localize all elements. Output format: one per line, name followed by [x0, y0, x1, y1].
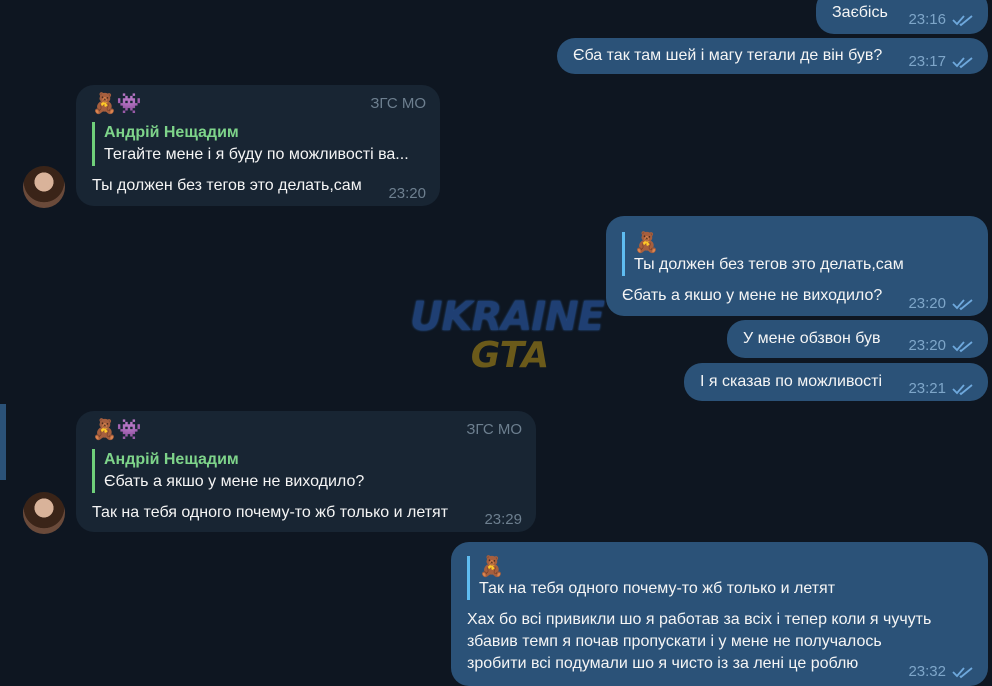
reply-quote[interactable]: 🧸 Ты должен без тегов это делать,сам: [622, 232, 904, 276]
reply-text: Єбать а якшо у мене не виходило?: [104, 473, 365, 490]
reply-text: Тегайте мене і я буду по можливості ва..…: [104, 146, 409, 163]
reply-quote[interactable]: Андрій Нещадим Тегайте мене і я буду по …: [92, 122, 409, 166]
message-time: 23:17: [908, 53, 946, 70]
message-line: збавив темп я почав пропускати і у мене …: [467, 633, 882, 650]
message-meta: 23:21: [908, 380, 974, 397]
reply-author: Андрій Нещадим: [104, 124, 239, 141]
sender-emoji-badge: 🧸👾: [92, 419, 142, 441]
reply-author: Андрій Нещадим: [104, 451, 239, 468]
message-bubble[interactable]: І я сказав по можливості 23:21: [684, 363, 988, 401]
message-text: Єбать а якшо у мене не виходило?: [622, 287, 883, 304]
message-meta: 23:20: [388, 185, 426, 202]
message-time: 23:16: [908, 11, 946, 28]
message-meta: 23:32: [908, 663, 974, 680]
reply-text: Ты должен без тегов это делать,сам: [634, 256, 904, 273]
message-text: Заєбісь: [832, 4, 888, 21]
sender-avatar[interactable]: [23, 166, 65, 208]
reply-text: Так на тебя одного почему-то жб только и…: [479, 580, 836, 597]
message-bubble[interactable]: 🧸👾 ЗГС МО Андрій Нещадим Єбать а якшо у …: [76, 411, 536, 532]
reply-quote[interactable]: 🧸 Так на тебя одного почему-то жб только…: [467, 556, 835, 600]
message-time: 23:20: [908, 337, 946, 354]
message-time: 23:20: [388, 185, 426, 202]
message-text-block: Хах бо всі привикли шо я работав за всіх…: [467, 609, 931, 675]
message-bubble[interactable]: 🧸 Так на тебя одного почему-то жб только…: [451, 542, 988, 686]
reply-emoji: 🧸: [479, 556, 504, 578]
message-text: Так на тебя одного почему-то жб только и…: [92, 504, 449, 521]
sender-tag: ЗГС МО: [466, 421, 522, 438]
message-meta: 23:17: [908, 53, 974, 70]
reply-emoji: 🧸: [634, 232, 659, 254]
message-meta: 23:20: [908, 295, 974, 312]
double-check-icon: [952, 340, 973, 352]
message-meta: 23:20: [908, 337, 974, 354]
message-line: Хах бо всі привикли шо я работав за всіх…: [467, 611, 932, 628]
double-check-icon: [952, 666, 973, 678]
double-check-icon: [952, 14, 973, 26]
message-text: У мене обзвон був: [743, 330, 881, 347]
message-line: зробити всі подумали шо я чисто із за ле…: [467, 655, 859, 672]
message-meta: 23:29: [484, 511, 522, 528]
double-check-icon: [952, 298, 973, 310]
watermark-line2: GTA: [470, 335, 550, 376]
message-time: 23:21: [908, 380, 946, 397]
message-meta: 23:16: [908, 11, 974, 28]
reply-quote[interactable]: Андрій Нещадим Єбать а якшо у мене не ви…: [92, 449, 364, 493]
message-time: 23:32: [908, 663, 946, 680]
sender-avatar[interactable]: [23, 492, 65, 534]
sender-tag: ЗГС МО: [370, 95, 426, 112]
double-check-icon: [952, 56, 973, 68]
message-time: 23:29: [484, 511, 522, 528]
message-bubble[interactable]: 🧸👾 ЗГС МО Андрій Нещадим Тегайте мене і …: [76, 85, 440, 206]
message-text: Єба так там шей і магу тегали де він був…: [573, 47, 883, 64]
sender-emoji-badge: 🧸👾: [92, 93, 142, 115]
message-bubble[interactable]: 🧸 Ты должен без тегов это делать,сам Єба…: [606, 216, 988, 316]
message-text: І я сказав по можливості: [700, 373, 883, 390]
sidebar-edge: [0, 404, 6, 480]
watermark-line1: UKRAINE: [410, 294, 605, 340]
message-time: 23:20: [908, 295, 946, 312]
message-bubble[interactable]: Єба так там шей і магу тегали де він був…: [557, 38, 988, 74]
double-check-icon: [952, 383, 973, 395]
message-bubble[interactable]: Заєбісь 23:16: [816, 0, 988, 34]
watermark-logo: UKRAINE GTA: [410, 294, 605, 386]
message-text: Ты должен без тегов это делать,сам: [92, 177, 362, 194]
message-bubble[interactable]: У мене обзвон був 23:20: [727, 320, 988, 358]
